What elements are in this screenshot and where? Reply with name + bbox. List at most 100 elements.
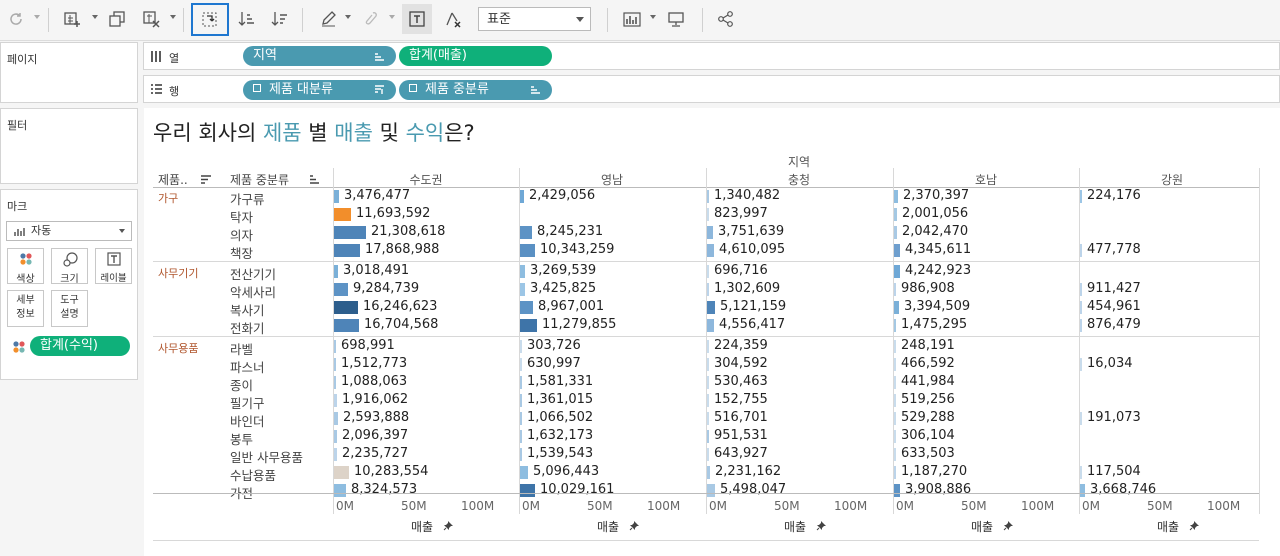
axis-title[interactable]: 매출 xyxy=(597,518,619,535)
sort-descending-icon[interactable] xyxy=(269,6,291,32)
expand-icon[interactable] xyxy=(409,84,417,92)
bar-mark[interactable] xyxy=(334,394,337,407)
bar-mark[interactable] xyxy=(894,208,897,221)
show-labels-icon[interactable] xyxy=(402,4,432,34)
region-column-header[interactable]: 수도권 xyxy=(333,171,519,188)
bar-mark[interactable] xyxy=(894,190,898,203)
bar-mark[interactable] xyxy=(707,226,713,239)
subcategory-pill[interactable]: 제품 중분류 xyxy=(399,80,552,100)
bar-mark[interactable] xyxy=(520,190,524,203)
bar-mark[interactable] xyxy=(894,376,896,389)
category-label[interactable]: 사무용품 xyxy=(158,340,198,356)
subcategory-label[interactable]: 종이 xyxy=(230,375,253,394)
bar-mark[interactable] xyxy=(334,190,339,203)
bar-mark[interactable] xyxy=(894,484,900,497)
new-worksheet-dropdown-icon[interactable] xyxy=(92,15,98,19)
bar-mark[interactable] xyxy=(334,244,360,257)
region-pill[interactable]: 지역 xyxy=(243,46,396,66)
subcategory-label[interactable]: 바인더 xyxy=(230,411,265,430)
bar-mark[interactable] xyxy=(520,412,522,425)
pages-panel[interactable]: 페이지 xyxy=(0,42,138,103)
bar-mark[interactable] xyxy=(334,430,337,443)
pin-icon[interactable] xyxy=(629,520,640,531)
axis-title[interactable]: 매출 xyxy=(411,518,433,535)
category-label[interactable]: 사무기기 xyxy=(158,265,198,281)
share-icon[interactable] xyxy=(714,6,738,32)
bar-mark[interactable] xyxy=(894,430,896,443)
category-pill[interactable]: 제품 대분류 xyxy=(243,80,396,100)
bar-mark[interactable] xyxy=(520,466,528,479)
bar-mark[interactable] xyxy=(334,301,358,314)
bar-mark[interactable] xyxy=(1080,484,1085,497)
refresh-dropdown-icon[interactable] xyxy=(34,15,40,19)
region-column-header[interactable]: 충청 xyxy=(706,171,892,188)
collapse-icon[interactable] xyxy=(253,84,261,92)
clear-sheet-icon[interactable] xyxy=(139,6,163,32)
subcategory-label[interactable]: 의자 xyxy=(230,225,253,244)
subcategory-label[interactable]: 책장 xyxy=(230,243,253,262)
bar-mark[interactable] xyxy=(520,265,525,278)
bar-mark[interactable] xyxy=(520,283,525,296)
refresh-icon[interactable] xyxy=(4,6,28,32)
subcategory-label[interactable]: 일반 사무용품 xyxy=(230,447,303,466)
bar-mark[interactable] xyxy=(334,358,336,371)
subcategory-label[interactable]: 전산기기 xyxy=(230,264,276,283)
bar-mark[interactable] xyxy=(894,301,899,314)
bar-mark[interactable] xyxy=(894,319,896,332)
bar-mark[interactable] xyxy=(707,340,709,353)
bar-mark[interactable] xyxy=(520,319,537,332)
bar-mark[interactable] xyxy=(894,265,900,278)
clear-sheet-dropdown-icon[interactable] xyxy=(170,15,176,19)
color-card[interactable]: 색상 xyxy=(7,248,44,285)
bar-mark[interactable] xyxy=(707,283,709,296)
pin-icon[interactable] xyxy=(1003,520,1014,531)
bar-mark[interactable] xyxy=(1080,244,1082,257)
subcategory-label[interactable]: 수납용품 xyxy=(230,465,276,484)
bar-mark[interactable] xyxy=(894,283,896,296)
rows-shelf[interactable]: 제품 대분류 제품 중분류 xyxy=(239,75,1280,103)
bar-mark[interactable] xyxy=(520,301,533,314)
detail-card[interactable]: 세부 정보 xyxy=(7,290,44,327)
profit-sum-pill[interactable]: 합계(수익) xyxy=(30,336,130,356)
bar-mark[interactable] xyxy=(894,340,896,353)
bar-mark[interactable] xyxy=(520,226,532,239)
bar-mark[interactable] xyxy=(894,358,896,371)
bar-mark[interactable] xyxy=(334,283,348,296)
columns-shelf[interactable]: 지역 합계(매출) xyxy=(239,42,1280,70)
fix-axes-icon[interactable] xyxy=(441,6,465,32)
bar-mark[interactable] xyxy=(707,319,714,332)
bar-mark[interactable] xyxy=(1080,319,1082,332)
bar-mark[interactable] xyxy=(707,376,709,389)
bar-mark[interactable] xyxy=(520,376,522,389)
bar-mark[interactable] xyxy=(707,190,709,203)
swap-rows-columns-icon[interactable] xyxy=(191,3,229,36)
bar-mark[interactable] xyxy=(520,244,535,257)
group-dropdown-icon[interactable] xyxy=(389,15,395,19)
subcategory-label[interactable]: 전화기 xyxy=(230,318,265,337)
axis-title[interactable]: 매출 xyxy=(971,518,993,535)
bar-mark[interactable] xyxy=(1080,190,1082,203)
bar-mark[interactable] xyxy=(707,466,710,479)
pin-icon[interactable] xyxy=(443,520,454,531)
bar-mark[interactable] xyxy=(334,466,349,479)
highlight-dropdown-icon[interactable] xyxy=(345,15,351,19)
bar-mark[interactable] xyxy=(707,394,709,407)
bar-mark[interactable] xyxy=(520,448,522,461)
subcategory-label[interactable]: 파스너 xyxy=(230,357,265,376)
subcategory-label[interactable]: 라벨 xyxy=(230,339,253,358)
bar-mark[interactable] xyxy=(894,412,896,425)
bar-mark[interactable] xyxy=(334,376,336,389)
bar-mark[interactable] xyxy=(520,394,522,407)
bar-mark[interactable] xyxy=(894,394,896,407)
bar-mark[interactable] xyxy=(334,319,359,332)
mark-type-select[interactable]: 자동 xyxy=(6,221,132,241)
bar-mark[interactable] xyxy=(707,301,715,314)
bar-mark[interactable] xyxy=(894,244,900,257)
group-icon[interactable] xyxy=(360,6,382,32)
bar-mark[interactable] xyxy=(1080,466,1082,479)
bar-mark[interactable] xyxy=(1080,301,1082,314)
bar-mark[interactable] xyxy=(894,226,897,239)
duplicate-sheet-icon[interactable] xyxy=(105,6,129,32)
category-header[interactable]: 제품.. xyxy=(158,171,188,188)
bar-mark[interactable] xyxy=(707,412,709,425)
